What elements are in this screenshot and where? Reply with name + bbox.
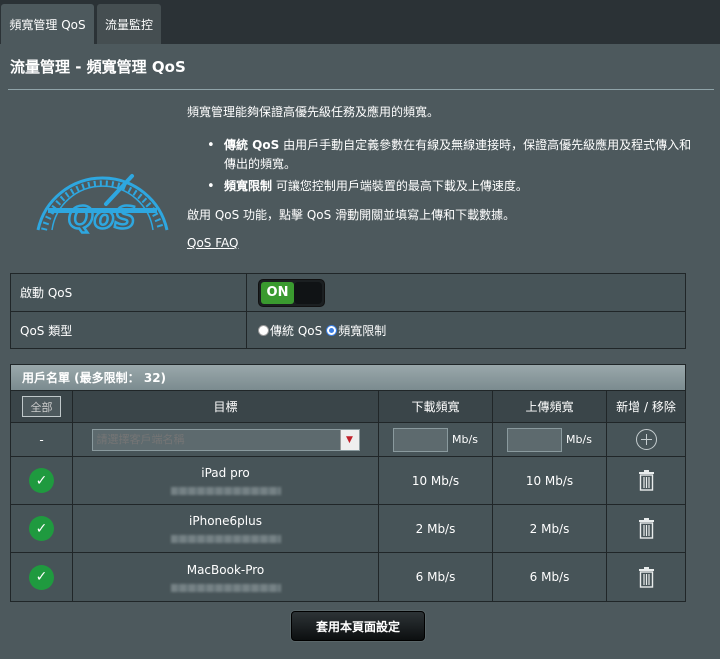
blurred-mac-address xyxy=(170,487,281,495)
qos-type-value: 傳統 QoS 頻寬限制 xyxy=(247,312,685,348)
upload-bandwidth-input[interactable] xyxy=(507,427,563,452)
add-circle-icon[interactable] xyxy=(635,429,657,450)
row-enabled: ✓ xyxy=(11,505,73,552)
new-row-target: ▼ xyxy=(73,423,379,456)
enable-qos-value: ON xyxy=(247,274,685,311)
checkmark-icon[interactable]: ✓ xyxy=(29,516,54,541)
new-row-download: Mb/s xyxy=(379,423,493,456)
feature-list: 傳統 QoS 由用戶手動自定義參數在有線及無線連接時，保證高優先級應用及程式傳入… xyxy=(207,136,692,199)
row-download: 10 Mb/s xyxy=(379,457,493,504)
row-upload: 10 Mb/s xyxy=(493,457,607,504)
blurred-mac-address xyxy=(170,583,281,592)
new-row-index: - xyxy=(11,423,73,456)
download-bandwidth-input[interactable] xyxy=(393,427,449,452)
blurred-mac-address xyxy=(170,535,281,543)
intro-description: 頻寬管理能夠保證高優先級任務及應用的頻寬。 xyxy=(187,105,440,119)
checkmark-icon[interactable]: ✓ xyxy=(29,468,54,493)
qos-faq-link[interactable]: QoS FAQ xyxy=(187,236,238,250)
enable-qos-row: 啟動 QoS ON xyxy=(11,274,685,312)
qos-gauge-logo: QoS xyxy=(36,174,169,234)
device-name: iPad pro xyxy=(201,466,250,480)
tab-bar: 頻寬管理 QoS 流量監控 xyxy=(0,0,720,44)
client-name-input[interactable] xyxy=(92,429,339,450)
column-header-row: 全部 目標 下載頻寬 上傳頻寬 新增 / 移除 xyxy=(11,391,685,423)
device-name: iPhone6plus xyxy=(189,514,262,528)
radio-circle xyxy=(258,324,269,336)
row-enabled: ✓ xyxy=(11,457,73,504)
toggle-knob xyxy=(294,281,322,304)
feature-text: 由用戶手動自定義參數在有線及無線連接時，保證高優先級應用及程式傳入和傳出的頻寬。 xyxy=(224,138,692,171)
tab-qos[interactable]: 頻寬管理 QoS xyxy=(1,4,94,44)
qos-type-row: QoS 類型 傳統 QoS 頻寬限制 xyxy=(11,312,685,348)
row-device: MacBook-Pro xyxy=(73,553,379,601)
col-target: 目標 xyxy=(73,391,379,422)
new-row-upload: Mb/s xyxy=(493,423,607,456)
table-row: ✓ iPad pro 10 Mb/s 10 Mb/s xyxy=(11,457,685,505)
qos-type-label: QoS 類型 xyxy=(11,312,247,348)
enable-qos-label: 啟動 QoS xyxy=(11,274,247,311)
table-row: ✓ MacBook-Pro 6 Mb/s 6 Mb/s xyxy=(11,553,685,601)
radio-bandwidth-limiter[interactable]: 頻寬限制 xyxy=(326,322,386,339)
apply-settings-button[interactable]: 套用本頁面設定 xyxy=(291,611,425,641)
row-download: 6 Mb/s xyxy=(379,553,493,601)
table-row: ✓ iPhone6plus 2 Mb/s 2 Mb/s xyxy=(11,505,685,553)
row-enabled: ✓ xyxy=(11,553,73,601)
select-all-button[interactable]: 全部 xyxy=(22,396,61,417)
client-list-table: 用戶名單 (最多限制： 32) 全部 目標 下載頻寬 上傳頻寬 新增 / 移除 … xyxy=(10,364,686,602)
row-download: 2 Mb/s xyxy=(379,505,493,552)
page-title: 流量管理 - 頻寬管理 QoS xyxy=(10,58,186,76)
checkmark-icon[interactable]: ✓ xyxy=(29,564,54,590)
client-list-header: 用戶名單 (最多限制： 32) xyxy=(11,365,685,391)
download-unit: Mb/s xyxy=(452,433,478,446)
feature-text: 可讓您控制用戶端裝置的最高下載及上傳速度。 xyxy=(272,179,528,193)
feature-title: 傳統 QoS xyxy=(224,138,280,152)
feature-item-bandwidth-limiter: 頻寬限制 可讓您控制用戶端裝置的最高下載及上傳速度。 xyxy=(207,177,692,196)
enable-qos-toggle[interactable]: ON xyxy=(258,278,325,307)
col-all: 全部 xyxy=(11,391,73,422)
radio-traditional-qos[interactable]: 傳統 QoS xyxy=(258,322,322,339)
radio-label: 傳統 QoS xyxy=(270,323,323,338)
dropdown-arrow-icon[interactable]: ▼ xyxy=(339,429,359,450)
enable-instructions: 啟用 QoS 功能，點擊 QoS 滑動開關並填寫上傳和下載數據。 xyxy=(187,208,516,222)
tab-traffic-monitor[interactable]: 流量監控 xyxy=(97,4,161,44)
toggle-on-label: ON xyxy=(261,281,294,304)
client-name-combobox[interactable]: ▼ xyxy=(91,428,360,451)
trash-icon[interactable] xyxy=(638,518,655,539)
title-divider xyxy=(8,89,714,90)
trash-icon[interactable] xyxy=(638,470,655,491)
upload-unit: Mb/s xyxy=(566,433,592,446)
radio-circle-checked xyxy=(326,324,338,336)
row-upload: 6 Mb/s xyxy=(493,553,607,601)
new-row-add xyxy=(607,423,685,456)
row-remove xyxy=(607,505,685,552)
col-add-remove: 新增 / 移除 xyxy=(616,400,676,414)
row-remove xyxy=(607,457,685,504)
feature-item-traditional-qos: 傳統 QoS 由用戶手動自定義參數在有線及無線連接時，保證高優先級應用及程式傳入… xyxy=(207,136,692,174)
new-client-row: - ▼ Mb/s Mb/s xyxy=(11,423,685,457)
device-name: MacBook-Pro xyxy=(186,562,265,577)
row-device: iPad pro xyxy=(73,457,379,504)
radio-label: 頻寬限制 xyxy=(338,323,387,338)
row-device: iPhone6plus xyxy=(73,505,379,552)
qos-logo-text: QoS xyxy=(68,201,136,234)
main-panel: 流量管理 - 頻寬管理 QoS QoS 頻寬管理能夠保證高優先級任務及應用的頻寬… xyxy=(0,44,720,659)
feature-title: 頻寬限制 xyxy=(224,179,273,193)
qos-settings-table: 啟動 QoS ON QoS 類型 傳統 QoS 頻寬限制 xyxy=(10,273,686,349)
row-upload: 2 Mb/s xyxy=(493,505,607,552)
row-remove xyxy=(607,553,685,601)
trash-icon[interactable] xyxy=(638,566,655,588)
col-upload: 上傳頻寬 xyxy=(493,391,607,422)
col-download: 下載頻寬 xyxy=(379,391,493,422)
